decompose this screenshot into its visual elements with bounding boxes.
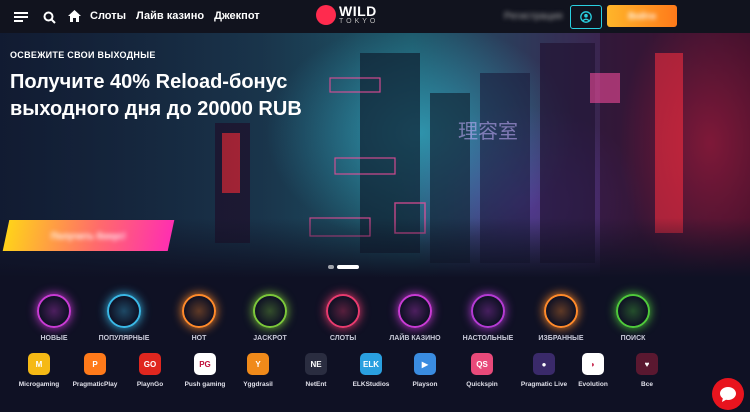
category-4[interactable]: JACKPOT bbox=[240, 294, 300, 342]
category-8[interactable]: ИЗБРАННЫЕ bbox=[531, 294, 591, 342]
category-2[interactable]: ПОПУЛЯРНЫЕ bbox=[94, 294, 154, 342]
provider-logo-icon: GO bbox=[139, 353, 161, 375]
slots-icon bbox=[326, 294, 360, 328]
search-icon[interactable] bbox=[41, 9, 57, 25]
logo-subtext: TOKYO bbox=[339, 18, 379, 25]
account-button[interactable] bbox=[570, 5, 602, 29]
provider-logo-icon: ♥ bbox=[636, 353, 658, 375]
menu-icon[interactable] bbox=[13, 9, 29, 25]
hero-headline: Получите 40% Reload-бонус выходного дня … bbox=[10, 71, 302, 120]
provider-logo-icon: M bbox=[28, 353, 50, 375]
login-button[interactable]: Войти bbox=[607, 5, 677, 27]
carousel-dot-2[interactable] bbox=[337, 265, 359, 269]
category-label: НОВЫЕ bbox=[40, 335, 68, 342]
provider-label: Все bbox=[641, 381, 653, 388]
provider-label: Yggdrasil bbox=[243, 381, 273, 388]
category-1[interactable]: НОВЫЕ bbox=[24, 294, 84, 342]
svg-text:理容室: 理容室 bbox=[458, 119, 518, 143]
nav-slots[interactable]: Слоты bbox=[90, 10, 126, 22]
category-label: НАСТОЛЬНЫЕ bbox=[462, 335, 514, 342]
provider-label: Push gaming bbox=[184, 381, 226, 388]
hero-subtitle: ОСВЕЖИТЕ СВОИ ВЫХОДНЫЕ bbox=[10, 50, 156, 60]
category-9[interactable]: ПОИСК bbox=[603, 294, 663, 342]
category-7[interactable]: НАСТОЛЬНЫЕ bbox=[458, 294, 518, 342]
nav-jackpot[interactable]: Джекпот bbox=[214, 10, 260, 22]
provider-logo-icon: P bbox=[84, 353, 106, 375]
chat-bubble-icon bbox=[720, 386, 736, 402]
provider-logo-icon: PG bbox=[194, 353, 216, 375]
category-label: HOT bbox=[191, 335, 207, 342]
table-games-icon bbox=[471, 294, 505, 328]
provider-label: Playson bbox=[412, 381, 438, 388]
jackpot-icon bbox=[253, 294, 287, 328]
provider-label: Quickspin bbox=[466, 381, 498, 388]
live-chat-button[interactable] bbox=[712, 378, 744, 410]
provider-label: PragmaticPlay bbox=[72, 381, 118, 388]
play-icon bbox=[398, 294, 432, 328]
category-label: JACKPOT bbox=[253, 335, 287, 342]
get-bonus-button[interactable]: Получить бонус! bbox=[2, 220, 175, 251]
category-label: ПОИСК bbox=[620, 335, 646, 342]
nav-live-casino[interactable]: Лайв казино bbox=[136, 10, 204, 22]
provider-logo-icon: ● bbox=[533, 353, 555, 375]
provider-logo-icon: ◗ bbox=[582, 353, 604, 375]
user-icon bbox=[580, 11, 592, 23]
category-label: ПОПУЛЯРНЫЕ bbox=[98, 335, 150, 342]
provider-logo-icon: QS bbox=[471, 353, 493, 375]
flame-icon bbox=[182, 294, 216, 328]
provider-label: Evolution bbox=[578, 381, 608, 388]
register-link[interactable]: Регистрация bbox=[504, 11, 562, 22]
category-5[interactable]: СЛОТЫ bbox=[313, 294, 373, 342]
provider-logo-icon: NE bbox=[305, 353, 327, 375]
new-badge-icon bbox=[37, 294, 71, 328]
provider-label: ELKStudios bbox=[352, 381, 390, 388]
provider-label: PlaynGo bbox=[136, 381, 164, 388]
logo-mark bbox=[316, 4, 336, 25]
logo-text: WILD bbox=[339, 3, 377, 19]
login-button-label: Войти bbox=[628, 11, 656, 21]
arrow-up-icon bbox=[107, 294, 141, 328]
category-label: СЛОТЫ bbox=[329, 335, 357, 342]
category-3[interactable]: HOT bbox=[169, 294, 229, 342]
provider-logo-icon: Y bbox=[247, 353, 269, 375]
site-logo[interactable]: WILD TOKYO bbox=[316, 4, 378, 25]
top-nav-bar: Слоты Лайв казино Джекпот WILD TOKYO Рег… bbox=[0, 0, 750, 33]
provider-label: Microgaming bbox=[18, 381, 60, 388]
star-icon bbox=[544, 294, 578, 328]
category-label: ЛАЙВ КАЗИНО bbox=[389, 335, 441, 342]
provider-logo-icon: ▶ bbox=[414, 353, 436, 375]
get-bonus-label: Получить бонус! bbox=[51, 230, 126, 241]
provider-12[interactable]: ♥ Все bbox=[612, 353, 682, 388]
search-icon bbox=[616, 294, 650, 328]
provider-logo-icon: ELK bbox=[360, 353, 382, 375]
category-label: ИЗБРАННЫЕ bbox=[538, 335, 584, 342]
carousel-dot-1[interactable] bbox=[328, 265, 334, 269]
provider-label: NetEnt bbox=[305, 381, 327, 388]
provider-9[interactable]: QS Quickspin bbox=[447, 353, 517, 388]
category-6[interactable]: ЛАЙВ КАЗИНО bbox=[385, 294, 445, 342]
hero-banner[interactable]: 理容室 ОСВЕЖИТЕ СВОИ ВЫХОДНЫЕ Получите 40% … bbox=[0, 33, 750, 278]
